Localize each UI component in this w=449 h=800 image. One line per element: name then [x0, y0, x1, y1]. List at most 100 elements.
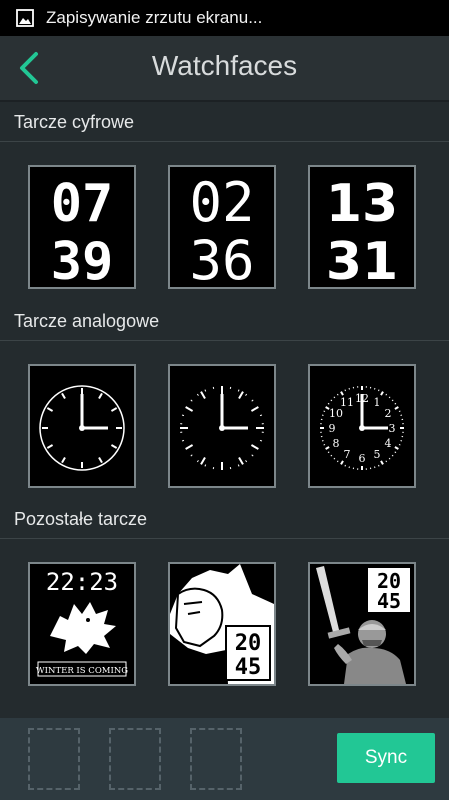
- clock-tick: [333, 457, 336, 460]
- watchface-hours: 20: [235, 631, 262, 656]
- clock-number: 3: [389, 422, 396, 435]
- digital-minutes: 36: [189, 229, 254, 287]
- clock-tick: [394, 451, 397, 454]
- clock-tick: [196, 393, 199, 396]
- section-label-analog: Tarcze analogowe: [14, 311, 160, 331]
- clock-tick: [327, 402, 330, 405]
- watchface-digital-3[interactable]: 13 31: [308, 165, 416, 289]
- analog-clock: [180, 386, 264, 470]
- divider: [0, 340, 449, 341]
- watchface-analog-2[interactable]: [168, 364, 276, 488]
- clock-tick: [388, 396, 391, 399]
- clock-number: 7: [344, 448, 351, 461]
- clock-number: 5: [374, 448, 381, 461]
- clock-number: 6: [359, 452, 366, 465]
- clock-tick: [190, 399, 193, 402]
- clock-tick: [61, 392, 66, 400]
- clock-tick: [325, 446, 330, 450]
- clock-tick: [391, 454, 394, 457]
- clock-tick: [251, 399, 254, 402]
- clock-center: [219, 425, 225, 431]
- clock-tick: [251, 454, 254, 457]
- clock-tick: [394, 406, 399, 410]
- clock-number: 8: [333, 437, 340, 450]
- clock-tick: [185, 406, 194, 412]
- clock-tick: [259, 414, 263, 417]
- digital-hours: 13: [326, 174, 398, 234]
- section-label-other: Pozostałe tarcze: [14, 509, 148, 529]
- clock-tick: [181, 439, 185, 442]
- clock-tick: [98, 456, 103, 464]
- clock-tick: [385, 460, 388, 463]
- divider: [0, 538, 449, 539]
- clock-tick: [185, 444, 194, 450]
- clock-tick: [380, 391, 384, 396]
- empty-slot[interactable]: [190, 728, 242, 790]
- clock-number: 2: [384, 407, 391, 420]
- sync-button[interactable]: Sync: [337, 733, 435, 783]
- watchface-minutes: 45: [235, 655, 262, 680]
- clock-tick: [250, 444, 259, 450]
- watchface-digital-2[interactable]: 02 36: [168, 165, 276, 289]
- clock-tick: [330, 454, 333, 457]
- clock-tick: [46, 444, 54, 449]
- watchface-digital-1[interactable]: 07 39: [28, 165, 136, 289]
- clock-tick: [388, 457, 391, 460]
- clock-tick: [330, 399, 333, 402]
- watchface-winter-is-coming[interactable]: 22:23 WINTER IS COMING: [28, 562, 136, 686]
- clock-tick: [238, 391, 244, 400]
- clock-tick: [200, 456, 206, 465]
- watchface-time: 22:23: [46, 568, 118, 596]
- clock-tick: [181, 414, 185, 417]
- clock-tick: [259, 439, 263, 442]
- clock-tick: [110, 444, 118, 449]
- analog-clock: [39, 385, 125, 471]
- clock-tick: [327, 451, 330, 454]
- bottom-bar: Sync: [0, 718, 449, 800]
- empty-slot[interactable]: [109, 728, 161, 790]
- clock-tick: [190, 454, 193, 457]
- clock-tick: [385, 393, 388, 396]
- clock-tick: [391, 399, 394, 402]
- empty-slot[interactable]: [28, 728, 80, 790]
- clock-center: [79, 425, 85, 431]
- clock-tick: [323, 444, 326, 446]
- clock-tick: [250, 406, 259, 412]
- clock-tick: [394, 446, 399, 450]
- notification-text: Zapisywanie zrzutu ekranu...: [46, 8, 263, 27]
- watchface-analog-3[interactable]: 121234567891011: [308, 364, 416, 488]
- clock-number: 4: [384, 437, 391, 450]
- clock-tick: [204, 464, 207, 467]
- clock-tick: [378, 389, 380, 392]
- clock-tick: [98, 392, 103, 400]
- clock-tick: [245, 460, 248, 463]
- clock-tick: [340, 391, 344, 396]
- clock-tick: [378, 464, 380, 467]
- clock-tick: [237, 464, 240, 467]
- digital-hours: 02: [189, 171, 254, 234]
- clock-tick: [380, 460, 384, 465]
- clock-tick: [344, 464, 346, 467]
- watchface-analog-1[interactable]: [28, 364, 136, 488]
- clock-tick: [200, 391, 206, 400]
- clock-center: [359, 425, 365, 431]
- image-icon: [16, 9, 34, 27]
- watchface-minutes: 45: [377, 589, 401, 613]
- watchface-barbarian[interactable]: 20 45: [308, 562, 416, 686]
- clock-tick: [336, 393, 339, 396]
- clock-tick: [344, 389, 346, 392]
- status-bar: Zapisywanie zrzutu ekranu...: [0, 0, 449, 36]
- clock-tick: [398, 410, 401, 412]
- clock-number: 1: [374, 396, 381, 409]
- digital-minutes: 39: [51, 232, 114, 287]
- digital-minutes: 31: [326, 232, 398, 287]
- clock-tick: [398, 444, 401, 446]
- section-label-digital: Tarcze cyfrowe: [14, 112, 135, 132]
- watchface-anime-character[interactable]: 20 45: [168, 562, 276, 686]
- clock-tick: [61, 456, 66, 464]
- page-title: Watchfaces: [151, 50, 298, 81]
- clock-tick: [196, 460, 199, 463]
- clock-tick: [204, 389, 207, 392]
- clock-tick: [237, 389, 240, 392]
- clock-tick: [333, 396, 336, 399]
